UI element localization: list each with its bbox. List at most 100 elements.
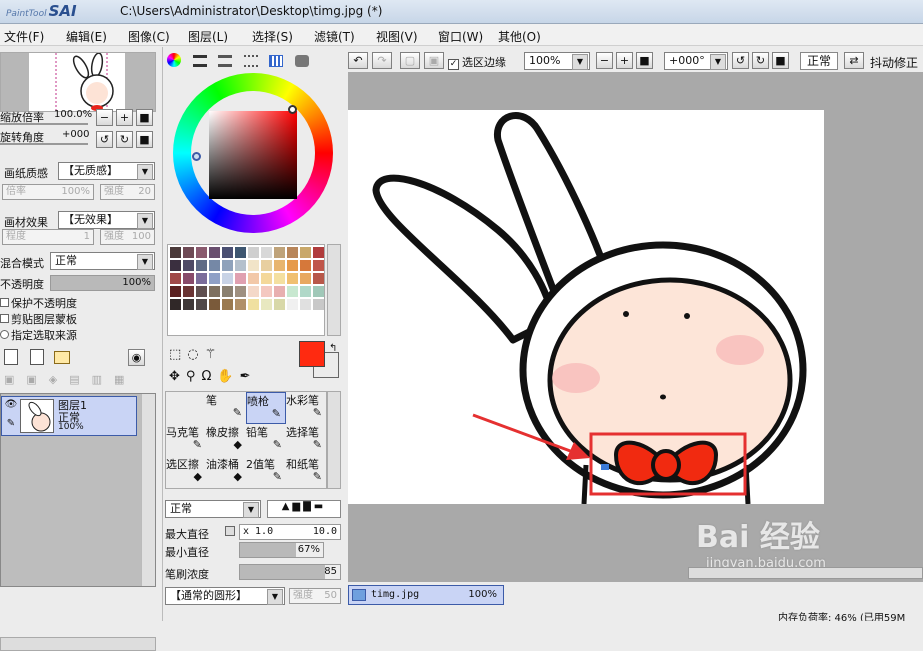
palette-swatch[interactable] — [196, 273, 207, 284]
brush-airbrush[interactable]: 喷枪 ✎ — [246, 392, 286, 424]
effect-strength-field[interactable]: 强度 100 — [100, 229, 155, 245]
rotate-slider[interactable] — [0, 143, 88, 145]
brush-select-erase[interactable]: 选区擦 ◆ — [166, 456, 206, 488]
palette-swatch[interactable] — [209, 299, 220, 310]
size-lock-checkbox[interactable] — [225, 526, 235, 536]
undo-button[interactable]: ↶ — [348, 52, 368, 69]
shape-strength-field[interactable]: 强度 50 — [289, 588, 341, 604]
swap-colors-icon[interactable]: ↰ — [329, 343, 337, 354]
palette-swatch[interactable] — [300, 299, 311, 310]
palette-swatch[interactable] — [274, 286, 285, 297]
redo-button[interactable]: ↷ — [372, 52, 392, 69]
magic-wand-icon[interactable]: ⚚ — [205, 347, 223, 362]
palette-swatch[interactable] — [261, 260, 272, 271]
palette-swatch[interactable] — [261, 299, 272, 310]
paper-effect-dropdown[interactable]: 【无效果】 — [58, 211, 155, 229]
hue-ring[interactable] — [173, 73, 333, 233]
palette-swatch[interactable] — [287, 273, 298, 284]
palette-swatch[interactable] — [196, 286, 207, 297]
menu-image[interactable]: 图像(C) — [128, 28, 170, 45]
palette-swatch[interactable] — [235, 286, 246, 297]
palette-swatch[interactable] — [170, 273, 181, 284]
zoom-slider[interactable] — [0, 123, 88, 125]
palette-swatch[interactable] — [183, 286, 194, 297]
palette-swatch[interactable] — [209, 273, 220, 284]
brush-marker[interactable]: 马克笔 ✎ — [166, 424, 206, 456]
layer-list-scrollbar[interactable] — [141, 394, 155, 586]
hsv-slider-tab-icon[interactable] — [218, 55, 232, 67]
blend-mode-dropdown[interactable]: 正常 — [50, 252, 155, 270]
zoom-in-button[interactable]: + — [116, 109, 133, 126]
swatch-tab-icon[interactable] — [269, 55, 283, 67]
palette-swatch[interactable] — [170, 299, 181, 310]
palette-swatch[interactable] — [261, 273, 272, 284]
palette-swatch[interactable] — [222, 286, 233, 297]
canvas-paper[interactable] — [348, 110, 824, 504]
rect-select-icon[interactable]: ⬚ — [169, 347, 187, 362]
palette-swatch[interactable] — [183, 273, 194, 284]
palette-swatch[interactable] — [313, 247, 324, 258]
hue-handle[interactable] — [288, 105, 297, 114]
palette-swatch[interactable] — [274, 299, 285, 310]
palette-swatch[interactable] — [209, 260, 220, 271]
palette-swatch[interactable] — [300, 247, 311, 258]
palette-swatch[interactable] — [183, 247, 194, 258]
gradient-tab-icon[interactable] — [243, 55, 258, 67]
zoom-icon[interactable]: ⚲ — [186, 369, 202, 384]
menu-filter[interactable]: 滤镜(T) — [314, 28, 355, 45]
new-folder-icon[interactable] — [54, 351, 70, 364]
move-icon[interactable]: ✥ — [169, 369, 186, 384]
palette-swatch[interactable] — [248, 286, 259, 297]
rgb-slider-tab-icon[interactable] — [192, 55, 207, 67]
palette-swatch[interactable] — [222, 299, 233, 310]
zoom-out-button[interactable]: − — [96, 109, 113, 126]
brush-eraser[interactable]: 橡皮擦 ◆ — [206, 424, 246, 456]
palette-swatch[interactable] — [287, 299, 298, 310]
rotate-icon[interactable]: Ω — [201, 369, 217, 384]
palette-swatch[interactable] — [300, 286, 311, 297]
palette-swatch[interactable] — [313, 260, 324, 271]
protect-opacity-checkbox[interactable]: 保护不透明度 — [0, 295, 77, 311]
menu-window[interactable]: 窗口(W) — [438, 28, 483, 45]
palette-swatch[interactable] — [248, 273, 259, 284]
min-size-slider[interactable]: 67% — [239, 542, 324, 558]
palette-swatch[interactable] — [170, 286, 181, 297]
palette-swatch[interactable] — [300, 260, 311, 271]
palette-swatch[interactable] — [183, 299, 194, 310]
paper-texture-dropdown[interactable]: 【无质感】 — [58, 162, 155, 180]
flip-horizontal-button[interactable]: ⇄ — [844, 52, 864, 69]
palette-swatch[interactable] — [222, 260, 233, 271]
sv-handle[interactable] — [192, 152, 201, 161]
palette-swatch[interactable] — [274, 260, 285, 271]
layer-action-icons[interactable]: ▣▣◈▤▥▦ — [4, 373, 130, 389]
brush-select-pen[interactable]: 选择笔 ✎ — [286, 424, 326, 456]
palette-swatch[interactable] — [287, 260, 298, 271]
palette-swatch[interactable] — [287, 247, 298, 258]
color-palette[interactable] — [167, 244, 325, 336]
left-panel-hscroll[interactable] — [0, 637, 156, 651]
clipping-mask-checkbox[interactable]: 剪贴图层蒙板 — [0, 311, 77, 327]
brush-grid-scrollbar[interactable] — [327, 391, 341, 489]
palette-swatch[interactable] — [235, 273, 246, 284]
layer-mask-icon[interactable]: ◉ — [128, 349, 145, 366]
navigator-preview[interactable] — [0, 52, 156, 112]
zoom-reset-button[interactable]: ■ — [136, 109, 153, 126]
palette-swatch[interactable] — [287, 286, 298, 297]
eyedropper-icon[interactable]: ✒ — [240, 369, 257, 384]
rotate-right-button[interactable]: ↻ — [116, 131, 133, 148]
palette-swatch[interactable] — [313, 286, 324, 297]
palette-scrollbar[interactable] — [327, 244, 341, 336]
paper-strength-field[interactable]: 强度 20 — [100, 184, 155, 200]
canvas-blend-mode[interactable]: 正常 — [800, 52, 838, 70]
canvas-zoom-in-button[interactable]: + — [616, 52, 633, 69]
max-size-field[interactable]: x 1.0 10.0 — [239, 524, 341, 540]
palette-swatch[interactable] — [209, 247, 220, 258]
effect-degree-field[interactable]: 程度 1 — [2, 229, 94, 245]
palette-swatch[interactable] — [261, 247, 272, 258]
menu-select[interactable]: 选择(S) — [252, 28, 293, 45]
palette-swatch[interactable] — [261, 286, 272, 297]
eye-icon[interactable]: 👁 — [3, 399, 19, 415]
saturation-value-square[interactable] — [209, 111, 297, 199]
menu-other[interactable]: 其他(O) — [498, 28, 541, 45]
brush-watercolor[interactable]: 水彩笔 ✎ — [286, 392, 326, 424]
